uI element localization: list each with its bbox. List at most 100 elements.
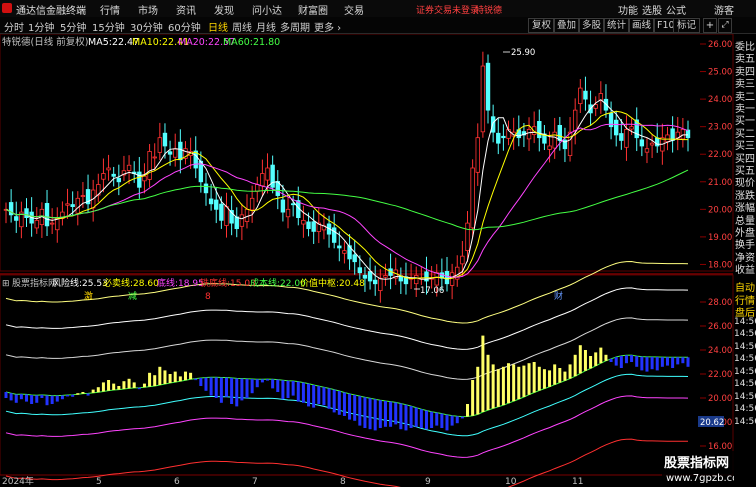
sidebar-ind-label[interactable]: 14:56 [734,342,756,352]
stock-name-notice: 特锐德 [475,6,503,16]
login-label[interactable]: 游客 [714,2,734,17]
candle-body [137,171,142,188]
indicator-bar [630,355,634,362]
indicator-bar [255,379,259,388]
period-monthly[interactable]: 月线 [256,19,276,34]
candle-body [444,270,450,285]
period-1min[interactable]: 1分钟 [28,19,54,34]
indicator-bars [4,335,690,431]
candle-body [639,139,645,147]
tool-huaxian[interactable]: 画线 [628,18,656,33]
indicator-bar [199,377,203,386]
sidebar-ind-label[interactable]: 14:56 [734,392,756,402]
login-notice[interactable]: 证券交易未登录 [416,3,479,16]
menu-xuangu[interactable]: 选股 [642,2,662,17]
sidebar-ind-label[interactable]: 14:56 [734,329,756,339]
title-bar: 通达信金融终端 行情 市场 资讯 发现 问小达 财富圈 交易 证券交易未登录 特… [0,0,756,18]
sidebar-ind-label[interactable]: 14:56 [734,404,756,414]
menu-jiaoyi[interactable]: 交易 [344,2,364,17]
indicator-bar [476,366,480,415]
event-marker-jian[interactable]: 减 [128,290,137,302]
sidebar-ind-label[interactable]: 14:56 [734,379,756,389]
high-annotation: 25.90 [511,48,535,58]
period-more[interactable]: 更多 › [314,19,341,34]
low-annotation: 17.06 [420,286,444,296]
tool-diejia[interactable]: 叠加 [553,18,581,33]
menu-wenxiaoda[interactable]: 问小达 [252,2,282,17]
period-30min[interactable]: 30分钟 [130,19,163,34]
event-marker-8[interactable]: 8 [205,292,211,302]
menu-hangqing[interactable]: 行情 [100,2,120,17]
period-15min[interactable]: 15分钟 [92,19,125,34]
plus-icon[interactable]: + [703,18,717,33]
tool-fuquan[interactable]: 复权 [528,18,556,33]
indicator-bar [137,387,141,390]
candle-body [178,141,183,161]
indicator-bar [142,383,146,388]
indicator-bar [471,380,475,416]
date-label-10: 10 [505,477,517,487]
period-multi[interactable]: 多周期 [280,19,310,34]
indicator-bar [296,381,300,402]
indicator-expand-icon[interactable]: ⊞ [2,279,10,289]
event-marker-cai[interactable]: 财 [554,290,563,302]
indicator-bar [445,414,449,431]
indicator-bar [537,366,541,391]
period-weekly[interactable]: 周线 [232,19,252,34]
indicator-bar [71,394,75,397]
period-fenshi[interactable]: 分时 [4,19,24,34]
candle-body [557,125,563,141]
period-60min[interactable]: 60分钟 [168,19,201,34]
period-daily[interactable]: 日线 [208,19,228,34]
indicator-bar [91,389,95,393]
ind-risk-line: 风险线:25.53 [52,277,108,289]
candle-body [65,203,70,206]
price-axis-label: 25.00 [708,68,732,78]
candle-body [142,175,147,182]
sidebar-label[interactable]: 收益 [734,261,756,276]
indicator-bar [60,395,64,400]
candle-body [219,203,224,221]
tool-biaoji[interactable]: 标记 [673,18,701,33]
candle-body [644,148,650,153]
sidebar-ind-label[interactable]: 14:56 [734,417,756,427]
indicator-bar [409,406,413,428]
tool-duogu[interactable]: 多股 [578,18,606,33]
indicator-bar [460,416,464,419]
indicator-bar [266,379,270,381]
indicator-bar [250,379,254,394]
expand-icon[interactable]: ⤢ [718,18,732,33]
indicator-bar [419,409,423,428]
indicator-bar [583,350,587,371]
tool-tongji[interactable]: 统计 [603,18,631,33]
event-marker-ji[interactable]: 激 [84,290,93,302]
price-axis-label: 21.00 [708,178,732,188]
indicator-bar [117,386,121,390]
indicator-bar [148,372,152,387]
candle-body [290,203,296,206]
ind-axis-label: 26.00 [708,322,732,332]
indicator-bar [96,387,100,393]
sidebar-ind-label[interactable]: 14:56 [734,354,756,364]
kline-chart-area[interactable]: 26.00 25.00 24.00 23.00 22.00 21.00 20.00 19.00… [0,34,734,487]
menu-gongshi[interactable]: 公式 [666,2,686,17]
indicator-bar [681,357,685,364]
menu-caifuquan[interactable]: 财富圈 [298,2,328,17]
indicator-bar [599,347,603,364]
menu-shichang[interactable]: 市场 [138,2,158,17]
candle-body [583,90,588,100]
period-5min[interactable]: 5分钟 [60,19,86,34]
sidebar-ind-label[interactable]: 14:56 [734,367,756,377]
menu-gongneng[interactable]: 功能 [618,2,638,17]
sidebar-ind-label[interactable]: 14:56 [734,317,756,327]
candle-body [578,87,583,105]
indicator-name: 股票指标网 [12,277,57,289]
app-title: 通达信金融终端 [16,6,86,17]
candle-body [214,199,219,210]
ind-value-center: 价值中枢:20.48 [300,277,365,289]
indicator-bar [527,363,531,395]
menu-zixun[interactable]: 资讯 [176,2,196,17]
menu-faxian[interactable]: 发现 [214,2,234,17]
indicator-bar [640,356,644,371]
candle-body [24,208,29,219]
